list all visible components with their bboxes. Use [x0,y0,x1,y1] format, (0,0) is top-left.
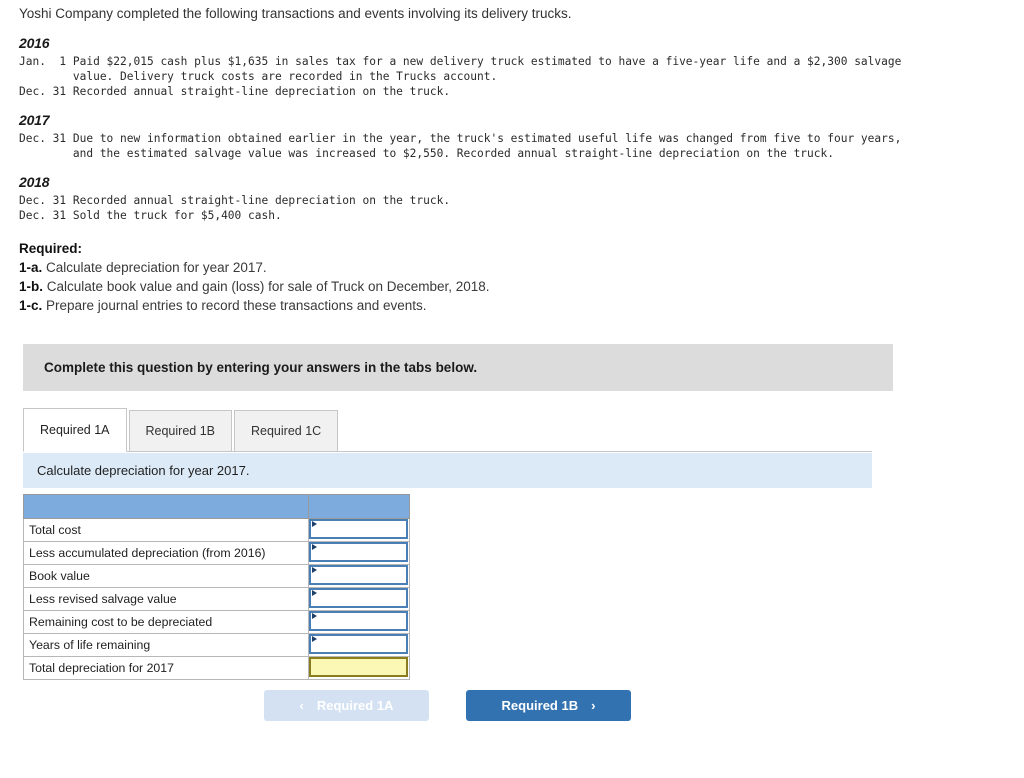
chevron-right-icon: › [591,698,596,713]
table-row: Book value [23,564,410,588]
table-row: Less accumulated depreciation (from 2016… [23,541,410,565]
tab-required-1a-label: Required 1A [40,423,110,437]
year-heading-2017: 2017 [19,112,50,128]
row-label-total-depreciation-2017: Total depreciation for 2017 [23,656,309,680]
previous-required-1a-button[interactable]: ‹ Required 1A [264,690,429,721]
input-years-of-life-remaining[interactable] [309,634,408,654]
next-button-label: Required 1B [501,698,579,713]
sub-instruction-bar: Calculate depreciation for year 2017. [23,453,872,488]
required-item-1a: 1-a. Calculate depreciation for year 201… [19,258,1024,277]
required-section: Required: 1-a. Calculate depreciation fo… [0,239,1024,315]
row-value-total-depreciation-2017 [308,656,410,680]
table-row: Total depreciation for 2017 [23,656,410,680]
input-total-cost[interactable] [309,519,408,539]
table-row: Total cost [23,518,410,542]
tab-navigation: ‹ Required 1A Required 1B › [264,690,631,721]
input-wrapper [309,565,410,587]
row-value-less-revised-salvage-value [308,587,410,611]
input-wrapper [309,634,410,656]
sub-instruction-text: Calculate depreciation for year 2017. [37,463,250,478]
input-total-depreciation-2017 [309,657,408,677]
tab-required-1b[interactable]: Required 1B [128,410,232,452]
input-remaining-cost-to-be-depreciated[interactable] [309,611,408,631]
year-heading-2016: 2016 [19,35,50,51]
next-required-1b-button[interactable]: Required 1B › [466,690,631,721]
required-item-1b-marker: 1-b. [19,279,44,294]
year-block-2017: 2017 Dec. 31 Due to new information obta… [0,112,1024,161]
callout-text: Complete this question by entering your … [44,360,478,375]
chevron-left-icon: ‹ [299,698,304,713]
year-block-2018: 2018 Dec. 31 Recorded annual straight-li… [0,174,1024,223]
table-row: Years of life remaining [23,633,410,657]
year-heading-2018: 2018 [19,174,50,190]
row-label-remaining-cost-to-be-depreciated: Remaining cost to be depreciated [23,610,309,634]
year-entries-2016: Jan. 1 Paid $22,015 cash plus $1,635 in … [19,55,902,98]
table-header-value-cell [308,494,410,519]
input-less-accumulated-depreciation[interactable] [309,542,408,562]
table-row: Remaining cost to be depreciated [23,610,410,634]
tab-required-1c[interactable]: Required 1C [234,410,339,452]
row-value-book-value [308,564,410,588]
required-item-1c-text: Prepare journal entries to record these … [46,298,427,313]
input-wrapper [309,588,410,610]
tab-required-1b-label: Required 1B [145,424,216,438]
row-label-total-cost: Total cost [23,518,309,542]
input-wrapper [309,611,410,633]
year-block-2016: 2016 Jan. 1 Paid $22,015 cash plus $1,63… [0,35,1024,99]
intro-paragraph: Yoshi Company completed the following tr… [19,6,572,21]
input-less-revised-salvage-value[interactable] [309,588,408,608]
year-entries-2018: Dec. 31 Recorded annual straight-line de… [19,194,451,222]
tab-required-1a[interactable]: Required 1A [23,408,127,452]
table-header-row [23,494,410,519]
tab-bar-divider [23,451,872,452]
row-value-remaining-cost-to-be-depreciated [308,610,410,634]
tab-required-1c-label: Required 1C [251,424,322,438]
required-item-1c-marker: 1-c. [19,298,43,313]
row-label-book-value: Book value [23,564,309,588]
table-header-label-cell [23,494,309,519]
required-item-1a-marker: 1-a. [19,260,43,275]
previous-button-label: Required 1A [316,698,394,713]
required-heading: Required: [19,241,83,256]
input-wrapper [309,519,410,541]
tab-bar: Required 1A Required 1B Required 1C [23,408,340,452]
row-value-total-cost [308,518,410,542]
year-entries-2017: Dec. 31 Due to new information obtained … [19,132,902,160]
table-row: Less revised salvage value [23,587,410,611]
input-book-value[interactable] [309,565,408,585]
input-wrapper [309,542,410,564]
required-item-1b-text: Calculate book value and gain (loss) for… [46,279,490,294]
callout-bar: Complete this question by entering your … [23,344,893,391]
input-wrapper [309,657,410,679]
required-item-1c: 1-c. Prepare journal entries to record t… [19,296,1024,315]
row-value-less-accumulated-depreciation [308,541,410,565]
row-value-years-of-life-remaining [308,633,410,657]
depreciation-answer-table: Total cost Less accumulated depreciation… [23,494,410,680]
row-label-years-of-life-remaining: Years of life remaining [23,633,309,657]
row-label-less-revised-salvage-value: Less revised salvage value [23,587,309,611]
required-item-1b: 1-b. Calculate book value and gain (loss… [19,277,1024,296]
question-page: Yoshi Company completed the following tr… [0,0,1024,721]
row-label-less-accumulated-depreciation: Less accumulated depreciation (from 2016… [23,541,309,565]
required-item-1a-text: Calculate depreciation for year 2017. [46,260,267,275]
